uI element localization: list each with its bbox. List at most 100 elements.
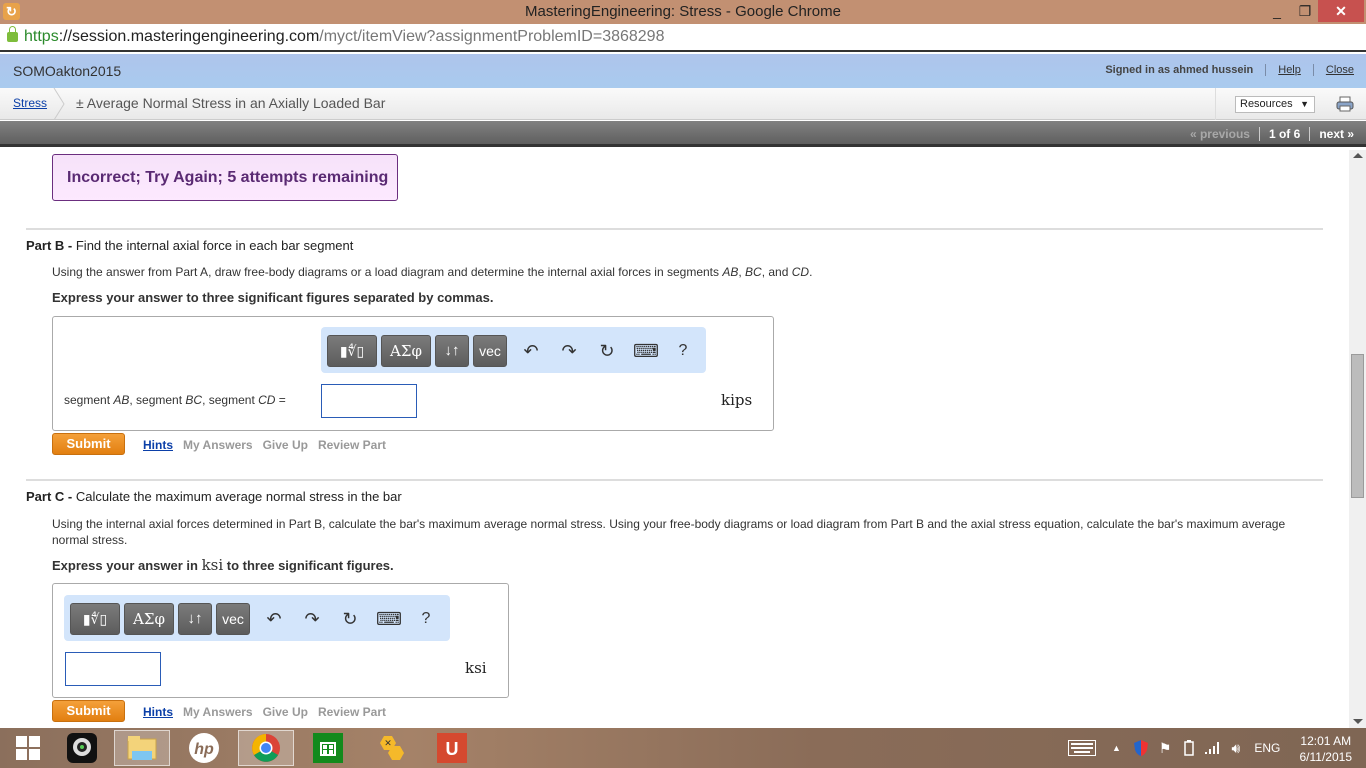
part-c-review-part-link[interactable]: Review Part (318, 705, 386, 719)
volume-icon[interactable]: 🔊︎ (1231, 740, 1240, 757)
period: . (809, 265, 813, 279)
part-b-title: Part B - Find the internal axial force i… (26, 238, 353, 253)
segment-bc: BC (745, 265, 762, 279)
part-c-actions: Hints My Answers Give Up Review Part (143, 705, 386, 719)
close-window-button[interactable]: ✕ (1318, 0, 1364, 22)
part-b-heading: Find the internal axial force in each ba… (75, 238, 354, 253)
breadcrumb-bar: Stress ± Average Normal Stress in an Axi… (0, 88, 1366, 120)
subscript-superscript-button[interactable]: ↓↑ (178, 603, 212, 635)
part-b-give-up-link[interactable]: Give Up (263, 438, 308, 452)
language-indicator[interactable]: ENG (1254, 741, 1280, 755)
show-hidden-icons-icon[interactable]: ▲ (1112, 743, 1121, 753)
part-b-actions: Hints My Answers Give Up Review Part (143, 438, 386, 452)
url-path: /myct/itemView?assignmentProblemID=38682… (319, 28, 665, 45)
part-b-instructions: Using the answer from Part A, draw free-… (52, 264, 812, 280)
reset-icon[interactable]: ↻ (595, 337, 619, 365)
reset-icon[interactable]: ↻ (338, 605, 362, 633)
part-c-answer-box: ▮∜▯ ΑΣφ ↓↑ vec ↶ ↷ ↻ ⌨ ? ksi (52, 583, 509, 698)
divider (1258, 127, 1260, 141)
previous-link[interactable]: « previous (1190, 127, 1250, 141)
scroll-up-arrow-icon[interactable] (1353, 153, 1363, 158)
next-link[interactable]: next » (1319, 127, 1354, 141)
template-button[interactable]: ▮∜▯ (327, 335, 377, 367)
url-scheme: https (24, 28, 59, 45)
undo-icon[interactable]: ↶ (262, 605, 286, 633)
part-b-hints-link[interactable]: Hints (143, 438, 173, 452)
vector-button[interactable]: vec (473, 335, 507, 367)
greek-symbols-button[interactable]: ΑΣφ (381, 335, 431, 367)
part-c-give-up-link[interactable]: Give Up (263, 705, 308, 719)
divider (1265, 64, 1267, 76)
maximize-button[interactable]: ❐ (1290, 0, 1320, 22)
part-c-answer-field[interactable] (65, 652, 161, 686)
divider (1309, 127, 1311, 141)
close-link[interactable]: Close (1326, 64, 1354, 76)
taskbar-tools-app[interactable]: ✕ (362, 730, 418, 766)
dropdown-arrow-icon: ▼ (1300, 99, 1309, 109)
part-b-my-answers-link[interactable]: My Answers (183, 438, 253, 452)
security-shield-icon[interactable] (1133, 739, 1149, 757)
taskbar-store[interactable] (300, 730, 356, 766)
battery-icon[interactable] (1181, 740, 1195, 756)
part-c-answer-input[interactable] (66, 653, 160, 685)
part-c-hints-link[interactable]: Hints (143, 705, 173, 719)
taskbar-acrobat[interactable]: U (424, 730, 480, 766)
template-button[interactable]: ▮∜▯ (70, 603, 120, 635)
address-bar[interactable]: https://session.masteringengineering.com… (0, 24, 1366, 52)
part-b-label: Part B - (26, 238, 73, 253)
greek-symbols-button[interactable]: ΑΣφ (124, 603, 174, 635)
part-b-review-part-link[interactable]: Review Part (318, 438, 386, 452)
taskbar-chrome[interactable] (238, 730, 294, 766)
part-b-submit-button[interactable]: Submit (52, 433, 125, 455)
part-b-answer-input[interactable] (322, 385, 416, 417)
part-c-express: Express your answer in ksi to three sign… (52, 556, 394, 574)
segment-cd: CD (791, 265, 810, 279)
undo-icon[interactable]: ↶ (519, 337, 543, 365)
part-c-instructions: Using the internal axial forces determin… (52, 517, 1286, 547)
scrollbar-thumb[interactable] (1351, 354, 1364, 498)
part-c-submit-button[interactable]: Submit (52, 700, 125, 722)
acrobat-icon: U (437, 733, 467, 763)
keyboard-icon[interactable]: ⌨ (633, 337, 659, 365)
network-signal-icon[interactable] (1205, 742, 1221, 754)
clock[interactable]: 12:01 AM 6/11/2015 (1300, 733, 1353, 765)
label-ab: AB (113, 393, 130, 407)
subscript-superscript-button[interactable]: ↓↑ (435, 335, 469, 367)
part-c-math-toolbar: ▮∜▯ ΑΣφ ↓↑ vec ↶ ↷ ↻ ⌨ ? (64, 595, 450, 641)
taskbar-file-explorer[interactable] (114, 730, 170, 766)
user-links: Signed in as ahmed hussein Help Close (1105, 64, 1354, 76)
main-content: Incorrect; Try Again; 5 attempts remaini… (0, 150, 1350, 728)
clock-date: 6/11/2015 (1299, 750, 1353, 764)
windows-logo-icon (16, 736, 40, 760)
divider (1215, 88, 1216, 120)
webcam-icon (67, 733, 97, 763)
breadcrumb-stress-link[interactable]: Stress (13, 96, 47, 110)
label-text: , segment (129, 393, 186, 407)
touch-keyboard-icon[interactable] (1068, 740, 1096, 756)
part-b-input-label: segment AB, segment BC, segment CD = (64, 393, 286, 407)
help-link[interactable]: Help (1278, 64, 1301, 76)
part-b-answer-field[interactable] (321, 384, 417, 418)
vertical-scrollbar[interactable] (1349, 150, 1366, 728)
help-icon[interactable]: ? (414, 605, 438, 633)
keyboard-icon[interactable]: ⌨ (376, 605, 402, 633)
print-icon[interactable] (1336, 96, 1354, 112)
taskbar-hp-app[interactable]: hp (176, 730, 232, 766)
redo-icon[interactable]: ↷ (300, 605, 324, 633)
taskbar-webcam-app[interactable] (54, 730, 110, 766)
part-c-my-answers-link[interactable]: My Answers (183, 705, 253, 719)
minimize-button[interactable]: _ (1262, 0, 1292, 22)
url-text[interactable]: https://session.masteringengineering.com… (24, 28, 664, 46)
action-center-flag-icon[interactable]: ⚑ (1159, 740, 1172, 757)
folder-icon (127, 736, 157, 760)
windows-taskbar: hp ✕ U ▲ ⚑ 🔊︎ ENG 12:01 AM 6/11/2015 (0, 728, 1366, 768)
start-button[interactable] (0, 730, 56, 766)
resources-dropdown[interactable]: Resources ▼ (1235, 96, 1315, 113)
express-text: Express your answer in (52, 558, 202, 573)
redo-icon[interactable]: ↷ (557, 337, 581, 365)
part-c-title: Part C - Calculate the maximum average n… (26, 489, 402, 504)
scroll-down-arrow-icon[interactable] (1353, 719, 1363, 724)
clock-time: 12:01 AM (1300, 734, 1352, 748)
help-icon[interactable]: ? (671, 337, 695, 365)
vector-button[interactable]: vec (216, 603, 250, 635)
